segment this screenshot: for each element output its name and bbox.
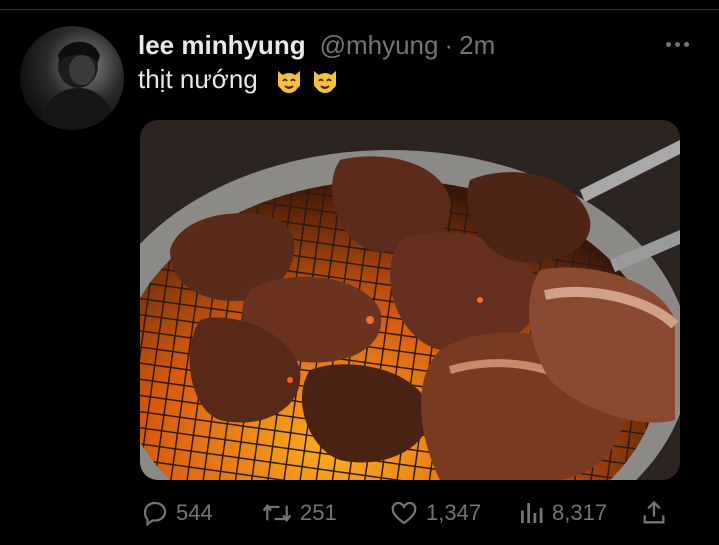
retweet-icon (262, 503, 292, 523)
tweet-actions: 544 251 1,347 8,317 (140, 496, 680, 530)
like-count: 1,347 (426, 500, 482, 525)
tweet-media-photo[interactable] (140, 120, 680, 480)
share-button[interactable] (640, 496, 674, 530)
views-button[interactable]: 8,317 (516, 496, 607, 530)
reply-count: 544 (176, 500, 213, 525)
grilled-meat-photo (140, 120, 680, 480)
top-divider (0, 9, 719, 10)
reply-button[interactable]: 544 (140, 496, 213, 530)
author-name[interactable]: lee minhyung (138, 30, 306, 61)
retweet-button[interactable]: 251 (260, 496, 337, 530)
like-button[interactable]: 1,347 (388, 496, 481, 530)
heart-icon (391, 501, 417, 525)
more-options-icon[interactable] (664, 38, 692, 52)
smiling-cat-face-icon (277, 70, 300, 93)
smiling-cat-face-icon (313, 70, 336, 93)
views-count: 8,317 (552, 500, 608, 525)
views-chart-icon (521, 503, 543, 523)
reply-icon (143, 501, 167, 527)
avatar[interactable] (20, 26, 124, 130)
retweet-count: 251 (300, 500, 337, 525)
share-icon (643, 500, 665, 524)
separator-dot: · (444, 30, 454, 60)
avatar-photo (38, 41, 118, 130)
tweet-header: lee minhyung @mhyung · 2m (138, 30, 495, 64)
author-handle[interactable]: @mhyung (320, 30, 439, 61)
timestamp[interactable]: 2m (459, 30, 495, 61)
tweet-text: thịt nướng (138, 64, 340, 95)
tweet-text-content: thịt nướng (138, 64, 258, 94)
